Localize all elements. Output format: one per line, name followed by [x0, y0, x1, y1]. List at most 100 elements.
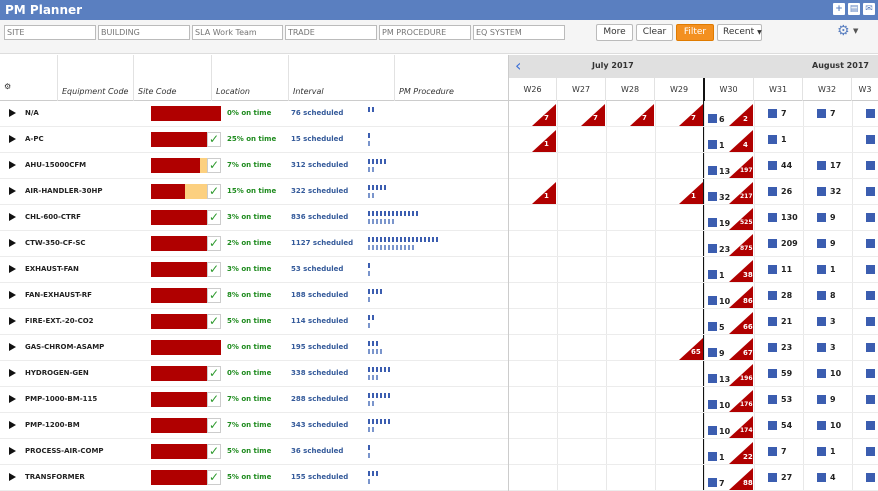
- scheduled-count[interactable]: 288 scheduled: [291, 395, 348, 403]
- scheduled-count[interactable]: 36 scheduled: [291, 447, 343, 455]
- scheduled-count[interactable]: 76 scheduled: [291, 109, 343, 117]
- settings-gear-icon[interactable]: ⚙: [837, 23, 850, 39]
- expand-triangle-icon[interactable]: [9, 187, 16, 195]
- table-row[interactable]: CHL-600-CTRF ✓ 3% on time 836 scheduled: [0, 205, 508, 231]
- scheduled-marker[interactable]: [866, 239, 875, 248]
- scheduled-marker[interactable]: [866, 395, 875, 404]
- scheduled-count[interactable]: 322 scheduled: [291, 187, 348, 195]
- scheduled-marker[interactable]: [768, 239, 777, 248]
- table-row[interactable]: EXHAUST-FAN ✓ 3% on time 53 scheduled: [0, 257, 508, 283]
- scheduled-marker[interactable]: [768, 109, 777, 118]
- scheduled-count[interactable]: 53 scheduled: [291, 265, 343, 273]
- scheduled-marker[interactable]: [866, 109, 875, 118]
- week-5[interactable]: W31: [754, 78, 803, 101]
- scheduled-marker[interactable]: [866, 421, 875, 430]
- col-pm-procedure[interactable]: PM Procedure: [395, 55, 508, 101]
- table-row[interactable]: PMP-1000-BM-115 ✓ 7% on time 288 scheduled: [0, 387, 508, 413]
- scheduled-marker[interactable]: [817, 447, 826, 456]
- scheduled-count[interactable]: 836 scheduled: [291, 213, 348, 221]
- expand-triangle-icon[interactable]: [9, 343, 16, 351]
- col-location[interactable]: Location: [212, 55, 289, 101]
- scheduled-count[interactable]: 15 scheduled: [291, 135, 343, 143]
- scheduled-count[interactable]: 338 scheduled: [291, 369, 348, 377]
- chevron-down-icon[interactable]: ▼: [853, 27, 858, 35]
- scheduled-marker[interactable]: [866, 291, 875, 300]
- recent-dropdown[interactable]: Recent ▼: [717, 24, 762, 41]
- scheduled-marker[interactable]: [817, 187, 826, 196]
- scheduled-marker[interactable]: [866, 265, 875, 274]
- scheduled-count[interactable]: 195 scheduled: [291, 343, 348, 351]
- scheduled-count[interactable]: 188 scheduled: [291, 291, 348, 299]
- scheduled-marker[interactable]: [768, 343, 777, 352]
- scheduled-marker[interactable]: [768, 187, 777, 196]
- scheduled-marker[interactable]: [817, 109, 826, 118]
- scheduled-marker[interactable]: [866, 447, 875, 456]
- scheduled-marker[interactable]: [708, 478, 717, 487]
- scheduled-marker[interactable]: [768, 395, 777, 404]
- scheduled-count[interactable]: 114 scheduled: [291, 317, 348, 325]
- overdue-flag[interactable]: [729, 104, 753, 126]
- scheduled-marker[interactable]: [708, 426, 717, 435]
- expand-triangle-icon[interactable]: [9, 265, 16, 273]
- trade-filter[interactable]: [285, 25, 377, 40]
- table-row[interactable]: PMP-1200-BM ✓ 7% on time 343 scheduled: [0, 413, 508, 439]
- scheduled-marker[interactable]: [708, 374, 717, 383]
- scheduled-marker[interactable]: [817, 265, 826, 274]
- scheduled-marker[interactable]: [708, 400, 717, 409]
- scheduled-marker[interactable]: [708, 218, 717, 227]
- table-row[interactable]: AHU-15000CFM ✓ 7% on time 312 scheduled: [0, 153, 508, 179]
- scheduled-marker[interactable]: [708, 452, 717, 461]
- scheduled-marker[interactable]: [817, 395, 826, 404]
- expand-triangle-icon[interactable]: [9, 317, 16, 325]
- overdue-flag[interactable]: [729, 130, 753, 152]
- col-interval[interactable]: Interval: [289, 55, 395, 101]
- scheduled-count[interactable]: 1127 scheduled: [291, 239, 353, 247]
- scheduled-marker[interactable]: [817, 291, 826, 300]
- scheduled-marker[interactable]: [768, 213, 777, 222]
- clear-button[interactable]: Clear: [636, 24, 673, 41]
- building-filter[interactable]: [98, 25, 190, 40]
- expand-triangle-icon[interactable]: [9, 291, 16, 299]
- mail-icon[interactable]: ✉: [863, 3, 875, 15]
- scheduled-marker[interactable]: [708, 348, 717, 357]
- scheduled-marker[interactable]: [817, 239, 826, 248]
- table-row[interactable]: GAS-CHROM-ASAMP 0% on time 195 scheduled: [0, 335, 508, 361]
- table-row[interactable]: AIR-HANDLER-30HP ✓ 15% on time 322 schedule…: [0, 179, 508, 205]
- scheduled-marker[interactable]: [817, 213, 826, 222]
- expand-triangle-icon[interactable]: [9, 473, 16, 481]
- scheduled-marker[interactable]: [768, 291, 777, 300]
- scheduled-marker[interactable]: [768, 447, 777, 456]
- week-6[interactable]: W32: [803, 78, 852, 101]
- scheduled-marker[interactable]: [768, 369, 777, 378]
- expand-triangle-icon[interactable]: [9, 109, 16, 117]
- scheduled-marker[interactable]: [708, 270, 717, 279]
- scheduled-marker[interactable]: [708, 166, 717, 175]
- expand-triangle-icon[interactable]: [9, 395, 16, 403]
- table-row[interactable]: TRANSFORMER ✓ 5% on time 155 scheduled: [0, 465, 508, 491]
- scheduled-marker[interactable]: [708, 114, 717, 123]
- scheduled-count[interactable]: 155 scheduled: [291, 473, 348, 481]
- week-2[interactable]: W28: [606, 78, 655, 101]
- column-settings-gear-icon[interactable]: ⚙: [4, 82, 11, 96]
- print-icon[interactable]: ▤: [848, 3, 860, 15]
- scheduled-marker[interactable]: [768, 421, 777, 430]
- scheduled-count[interactable]: 343 scheduled: [291, 421, 348, 429]
- chevron-left-icon[interactable]: ‹: [515, 58, 521, 74]
- more-button[interactable]: More: [596, 24, 633, 41]
- scheduled-marker[interactable]: [708, 140, 717, 149]
- scheduled-marker[interactable]: [866, 317, 875, 326]
- scheduled-marker[interactable]: [817, 421, 826, 430]
- scheduled-marker[interactable]: [866, 135, 875, 144]
- week-3[interactable]: W29: [655, 78, 704, 101]
- table-row[interactable]: PROCESS-AIR-COMP ✓ 5% on time 36 scheduled: [0, 439, 508, 465]
- scheduled-marker[interactable]: [866, 343, 875, 352]
- procedure-filter[interactable]: [379, 25, 471, 40]
- scheduled-marker[interactable]: [768, 135, 777, 144]
- col-equipment-code[interactable]: Equipment Code: [58, 55, 134, 101]
- scheduled-marker[interactable]: [708, 296, 717, 305]
- week-0[interactable]: W26: [509, 78, 557, 101]
- expand-triangle-icon[interactable]: [9, 135, 16, 143]
- scheduled-count[interactable]: 312 scheduled: [291, 161, 348, 169]
- expand-triangle-icon[interactable]: [9, 213, 16, 221]
- table-row[interactable]: FAN-EXHAUST-RF ✓ 8% on time 188 scheduled: [0, 283, 508, 309]
